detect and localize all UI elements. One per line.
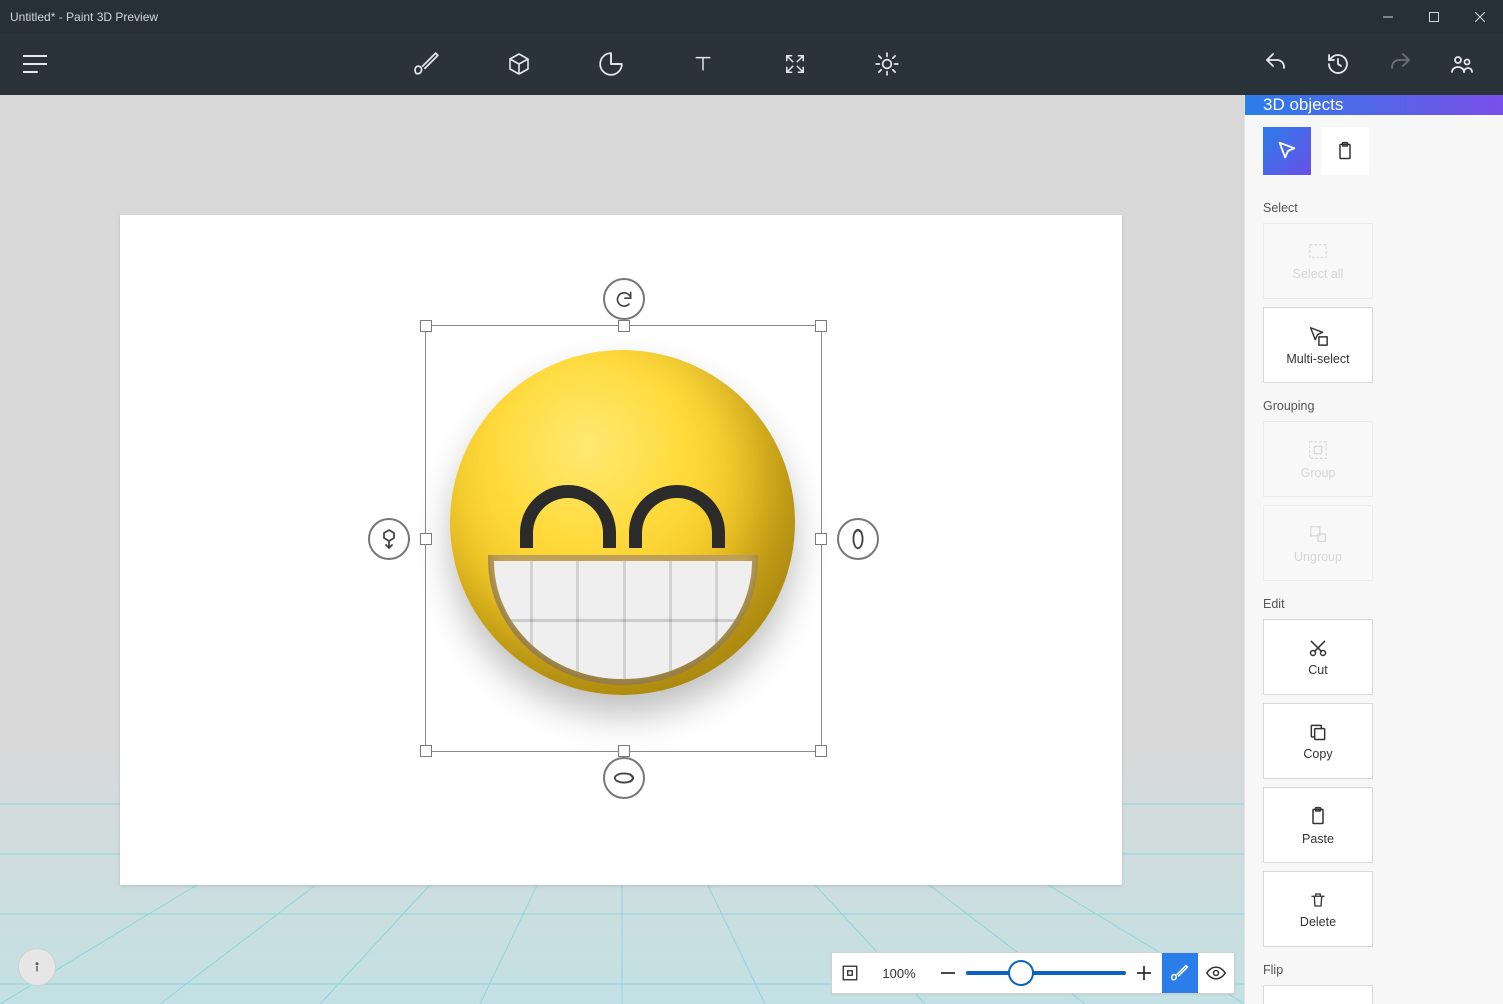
minimize-button[interactable]: [1365, 0, 1411, 33]
edit-mode-button[interactable]: [1162, 953, 1198, 993]
multi-select-button[interactable]: Multi-select: [1263, 307, 1373, 383]
3d-shapes-tool[interactable]: [502, 47, 536, 81]
zoom-slider[interactable]: [966, 953, 1126, 993]
history-button[interactable]: [1321, 47, 1355, 81]
resize-handle-sw[interactable]: [420, 745, 432, 757]
section-title-flip: Flip: [1263, 963, 1485, 977]
select-mode-button[interactable]: [1263, 127, 1311, 175]
close-button[interactable]: [1457, 0, 1503, 33]
section-title-grouping: Grouping: [1263, 399, 1485, 413]
community-button[interactable]: [1445, 47, 1479, 81]
delete-button[interactable]: Delete: [1263, 871, 1373, 947]
undo-button[interactable]: [1259, 47, 1293, 81]
resize-handle-s[interactable]: [618, 745, 630, 757]
copy-label: Copy: [1303, 748, 1332, 761]
flip-horizontal-button[interactable]: Flip horizontal: [1263, 985, 1373, 1004]
resize-handle-nw[interactable]: [420, 320, 432, 332]
rotate-z-handle[interactable]: [603, 278, 645, 320]
section-title-edit: Edit: [1263, 597, 1485, 611]
info-button[interactable]: [18, 948, 56, 986]
select-all-label: Select all: [1293, 268, 1344, 281]
titlebar: Untitled* - Paint 3D Preview: [0, 0, 1503, 33]
redo-button[interactable]: [1383, 47, 1417, 81]
paste-button[interactable]: Paste: [1263, 787, 1373, 863]
maximize-button[interactable]: [1411, 0, 1457, 33]
text-tool[interactable]: [686, 47, 720, 81]
resize-handle-ne[interactable]: [815, 320, 827, 332]
zoom-level: 100%: [868, 966, 930, 981]
resize-handle-e[interactable]: [815, 533, 827, 545]
selection-box[interactable]: [425, 325, 822, 752]
ungroup-button[interactable]: Ungroup: [1263, 505, 1373, 581]
rotate-y-handle[interactable]: [837, 518, 879, 560]
panel-title: 3D objects: [1245, 95, 1503, 115]
resize-handle-se[interactable]: [815, 745, 827, 757]
group-label: Group: [1301, 467, 1336, 480]
main-toolbar: [0, 33, 1503, 95]
zoom-out-button[interactable]: [930, 953, 966, 993]
view-toolbar: 100%: [831, 952, 1235, 994]
workspace[interactable]: 100%: [0, 95, 1245, 1004]
resize-handle-n[interactable]: [618, 320, 630, 332]
depth-handle[interactable]: [368, 518, 410, 560]
ungroup-label: Ungroup: [1294, 551, 1342, 564]
brushes-tool[interactable]: [410, 47, 444, 81]
fit-screen-button[interactable]: [832, 953, 868, 993]
group-button[interactable]: Group: [1263, 421, 1373, 497]
cut-button[interactable]: Cut: [1263, 619, 1373, 695]
resize-handle-w[interactable]: [420, 533, 432, 545]
canvas-tool[interactable]: [778, 47, 812, 81]
zoom-in-button[interactable]: [1126, 953, 1162, 993]
canvas[interactable]: [120, 215, 1122, 885]
side-panel: 3D objects Select Select all Multi-selec…: [1244, 95, 1503, 1004]
stickers-tool[interactable]: [594, 47, 628, 81]
paste-label: Paste: [1302, 833, 1334, 846]
clipboard-mode-button[interactable]: [1321, 127, 1369, 175]
window-title: Untitled* - Paint 3D Preview: [0, 10, 1365, 24]
view-mode-button[interactable]: [1198, 953, 1234, 993]
section-title-select: Select: [1263, 201, 1485, 215]
select-all-button[interactable]: Select all: [1263, 223, 1373, 299]
effects-tool[interactable]: [870, 47, 904, 81]
menu-button[interactable]: [0, 33, 70, 95]
multi-select-label: Multi-select: [1286, 353, 1349, 366]
cut-label: Cut: [1308, 664, 1327, 677]
copy-button[interactable]: Copy: [1263, 703, 1373, 779]
delete-label: Delete: [1300, 916, 1336, 929]
rotate-x-handle[interactable]: [603, 757, 645, 799]
